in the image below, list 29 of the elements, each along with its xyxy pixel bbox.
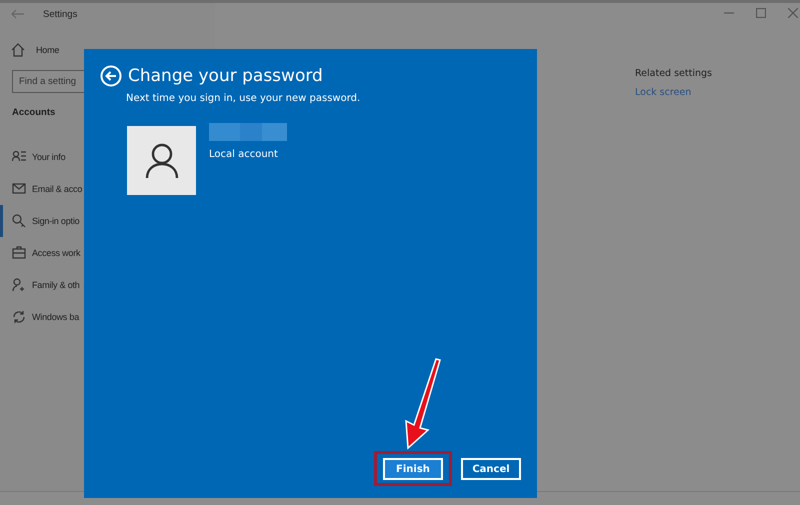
account-type: Local account <box>209 149 279 160</box>
dialog-title: Change your password <box>128 66 323 86</box>
briefcase-icon <box>12 246 26 260</box>
finish-button[interactable]: Finish <box>383 458 443 480</box>
sidebar-item[interactable]: Your info <box>0 141 68 173</box>
person-list-icon <box>12 150 26 164</box>
section-heading: Accounts <box>12 107 56 118</box>
close-icon <box>788 8 798 18</box>
key-icon <box>12 214 26 228</box>
person-add-icon <box>12 278 26 292</box>
sync-icon <box>12 310 26 324</box>
sidebar-item[interactable]: Windows ba <box>0 301 82 333</box>
search-field[interactable]: Find a setting <box>12 70 84 93</box>
sidebar-item[interactable]: Family & oth <box>0 269 82 301</box>
home-icon <box>11 43 25 57</box>
maximize-icon <box>756 8 766 18</box>
sidebar-item[interactable]: Sign-in optio <box>0 205 82 237</box>
back-arrow-icon <box>11 9 25 19</box>
home-link[interactable]: Home <box>0 42 60 58</box>
window-title: Settings <box>43 8 78 20</box>
back-circle-icon <box>100 65 122 87</box>
dialog-subtitle: Next time you sign in, use your new password. <box>126 93 362 104</box>
person-icon <box>144 142 178 178</box>
sidebar-item[interactable]: Email & acco <box>0 173 84 205</box>
envelope-icon <box>12 182 26 196</box>
lock-screen-link[interactable]: Lock screen <box>635 87 760 98</box>
cancel-button[interactable]: Cancel <box>461 458 521 480</box>
related-heading: Related settings <box>635 68 713 79</box>
sidebar-item[interactable]: Access work <box>0 237 82 269</box>
